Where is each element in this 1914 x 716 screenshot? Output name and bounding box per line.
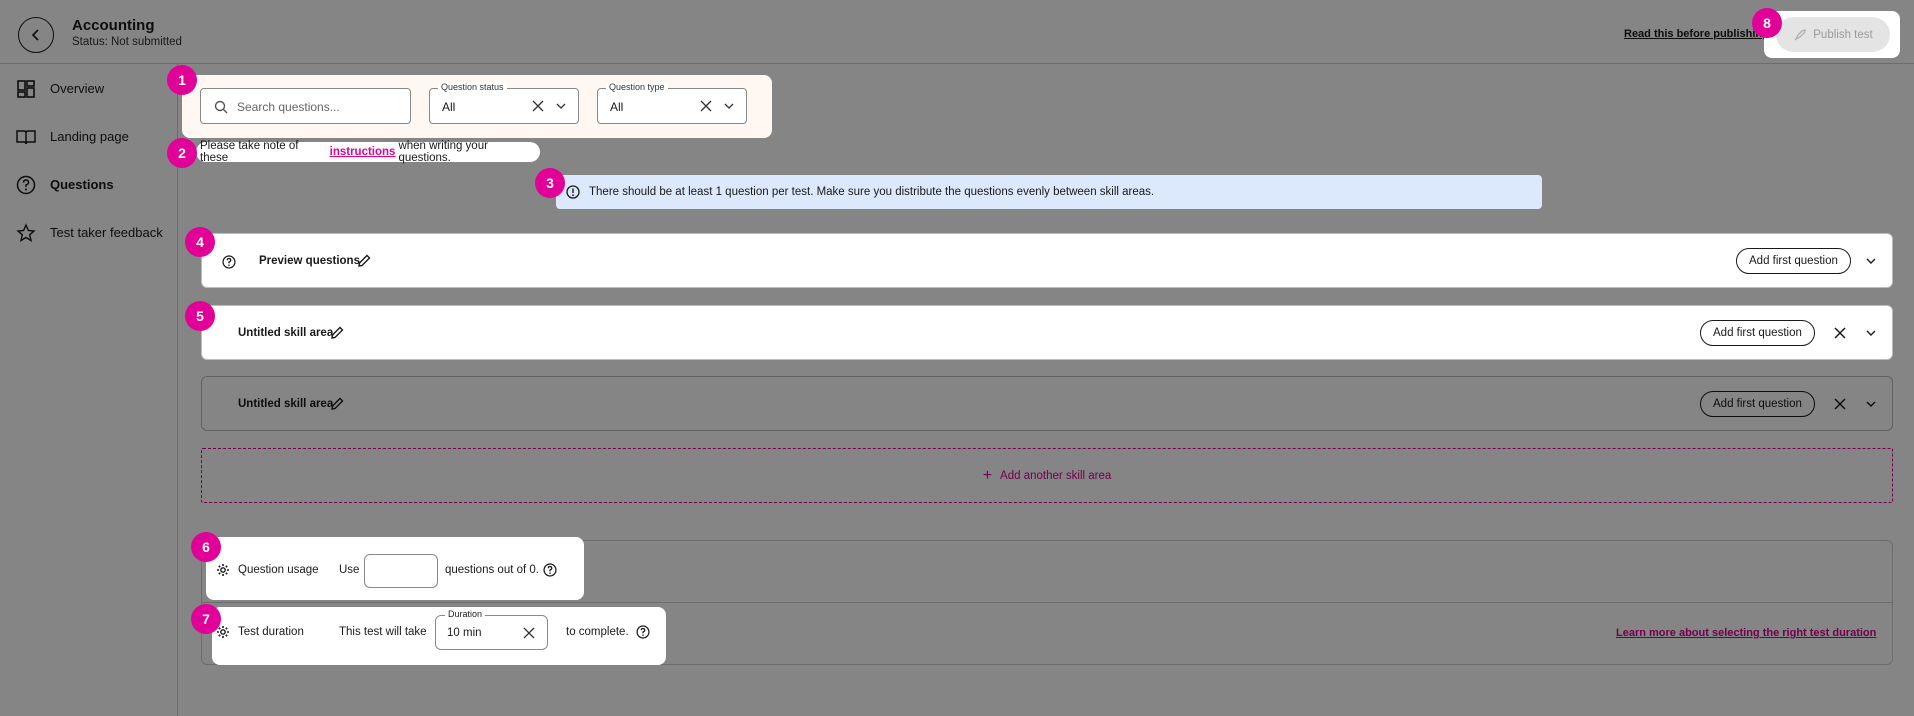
dashboard-icon <box>17 80 35 98</box>
clear-icon[interactable] <box>700 100 712 112</box>
instructions-note: Please take note of these instructions w… <box>196 140 540 164</box>
question-type-value: All <box>610 100 624 114</box>
question-type-select[interactable]: Question type All <box>597 82 747 124</box>
add-another-skill-area-button[interactable]: + Add another skill area <box>201 448 1893 503</box>
duration-input[interactable]: Duration 10 min <box>435 609 548 650</box>
question-status-label: Question status <box>438 82 507 92</box>
clear-icon[interactable] <box>523 627 535 639</box>
step-badge-8: 8 <box>1752 8 1782 38</box>
sidebar-item-label: Overview <box>50 81 105 96</box>
section-name: Preview questions <box>259 255 360 267</box>
step-badge-4: 4 <box>185 227 215 257</box>
search-icon <box>214 100 228 114</box>
chevron-down-icon[interactable] <box>556 102 566 110</box>
question-usage-label: Question usage <box>238 564 319 576</box>
sidebar-item-label: Test taker feedback <box>50 225 163 240</box>
add-first-question-button[interactable]: Add first question <box>1736 248 1851 274</box>
help-icon[interactable] <box>636 625 650 639</box>
alert-text: There should be at least 1 question per … <box>589 186 1155 198</box>
duration-suffix-text: to complete. <box>566 626 629 638</box>
add-skill-label: Add another skill area <box>1000 469 1112 482</box>
close-icon[interactable] <box>1834 398 1846 410</box>
back-button[interactable] <box>18 17 54 53</box>
question-circle-icon <box>222 255 236 269</box>
test-duration-label: Test duration <box>238 626 304 638</box>
sidebar-item-questions[interactable]: Questions <box>0 164 178 204</box>
add-first-question-button[interactable]: Add first question <box>1700 320 1815 346</box>
question-status-value: All <box>442 100 456 114</box>
page-header: Accounting Status: Not submitted Read th… <box>0 0 1914 64</box>
page-title: Accounting <box>72 17 155 34</box>
learn-more-duration-link[interactable]: Learn more about selecting the right tes… <box>1616 627 1876 639</box>
step-badge-5: 5 <box>185 301 215 331</box>
chevron-down-icon[interactable] <box>1866 329 1876 337</box>
chevron-down-icon[interactable] <box>1866 257 1876 265</box>
step-badge-1: 1 <box>167 65 197 95</box>
publish-label: Publish test <box>1813 28 1873 41</box>
usage-use-text: Use <box>339 564 360 576</box>
help-icon[interactable] <box>543 563 557 577</box>
sidebar: Overview Landing page Questions Test tak… <box>0 64 178 716</box>
chevron-down-icon[interactable] <box>724 102 734 110</box>
publish-test-button[interactable]: Publish test <box>1776 17 1890 52</box>
step-badge-6: 6 <box>191 532 221 562</box>
skill-area-name: Untitled skill area <box>238 327 334 339</box>
sidebar-item-label: Questions <box>50 177 114 192</box>
close-icon[interactable] <box>1834 327 1846 339</box>
status-text: Status: Not submitted <box>72 36 182 48</box>
add-first-question-button[interactable]: Add first question <box>1700 391 1815 417</box>
step-badge-7: 7 <box>191 604 221 634</box>
instructions-text-after: when writing your questions. <box>398 140 488 164</box>
instructions-text-before: Please take note of these <box>200 140 299 164</box>
usage-suffix-text: questions out of 0. <box>445 564 539 576</box>
instructions-link[interactable]: instructions <box>330 146 396 158</box>
sidebar-item-label: Landing page <box>50 129 129 144</box>
rocket-icon <box>1794 28 1806 40</box>
skill-area-card: Untitled skill area Add first question <box>201 305 1893 360</box>
sidebar-item-overview[interactable]: Overview <box>0 68 178 108</box>
duration-field-label: Duration <box>445 609 486 619</box>
preview-questions-card: Preview questions Add first question <box>201 233 1893 288</box>
gear-icon <box>217 564 229 576</box>
sidebar-item-test-taker-feedback[interactable]: Test taker feedback <box>0 212 178 252</box>
question-count-input[interactable] <box>364 554 438 588</box>
chevron-down-icon[interactable] <box>1866 400 1876 408</box>
skill-area-name: Untitled skill area <box>238 398 334 410</box>
info-alert: There should be at least 1 question per … <box>556 175 1542 209</box>
step-badge-3: 3 <box>535 168 565 198</box>
sidebar-item-landing-page[interactable]: Landing page <box>0 116 178 156</box>
star-icon <box>16 223 36 242</box>
chevron-left-icon <box>31 29 39 41</box>
read-before-publishing-link[interactable]: Read this before publishing <box>1624 28 1769 40</box>
search-input[interactable]: Search questions... <box>200 88 411 124</box>
pencil-icon[interactable] <box>357 254 371 268</box>
pencil-icon[interactable] <box>330 326 344 340</box>
clear-icon[interactable] <box>532 100 544 112</box>
book-icon <box>16 130 36 145</box>
pencil-icon[interactable] <box>330 397 344 411</box>
question-status-select[interactable]: Question status All <box>429 82 579 124</box>
plus-icon: + <box>982 466 993 484</box>
duration-value: 10 min <box>447 627 482 639</box>
question-type-label: Question type <box>606 82 668 92</box>
skill-area-card: Untitled skill area Add first question <box>201 376 1893 431</box>
search-placeholder: Search questions... <box>237 100 340 114</box>
divider <box>201 602 1893 603</box>
duration-prefix-text: This test will take <box>339 626 427 638</box>
question-circle-icon <box>16 175 36 195</box>
alert-icon <box>566 185 580 199</box>
step-badge-2: 2 <box>167 138 197 168</box>
